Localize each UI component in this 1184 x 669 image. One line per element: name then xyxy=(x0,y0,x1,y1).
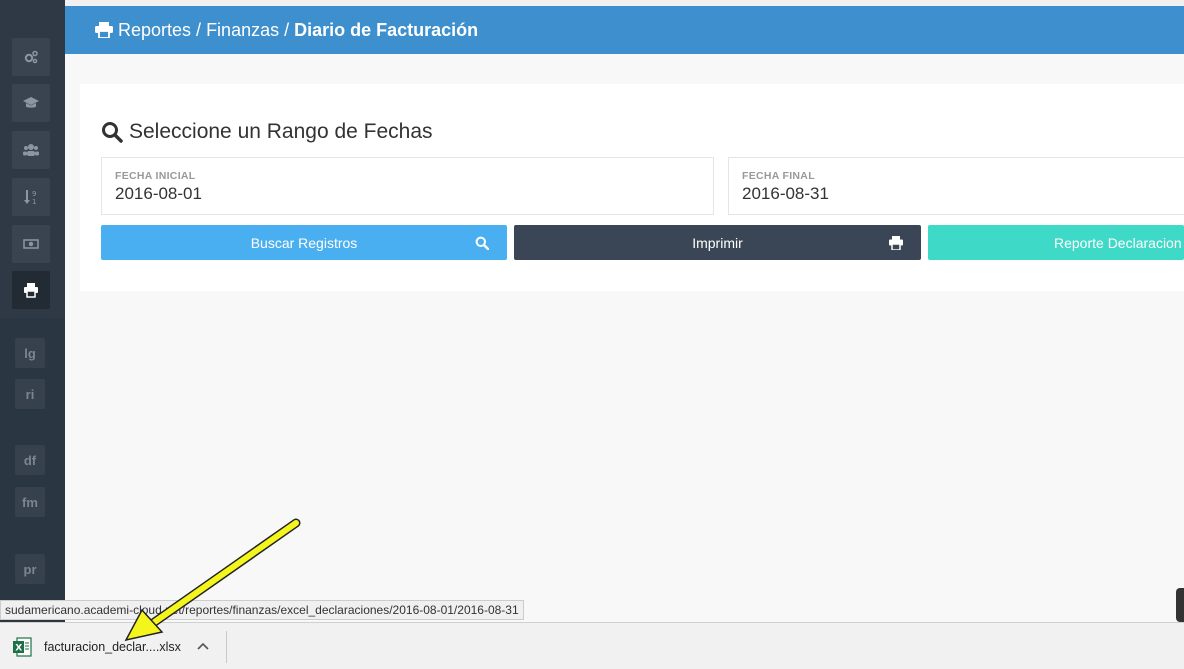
page-title: Diario de Facturación xyxy=(294,19,479,40)
start-date-label: FECHA INICIAL xyxy=(115,170,196,182)
breadcrumb-separator: / xyxy=(196,19,202,40)
sidebar-item-df[interactable]: df xyxy=(15,445,45,475)
money-icon[interactable] xyxy=(12,225,50,263)
sort-numeric-icon[interactable]: 91 xyxy=(12,178,50,216)
svg-text:X: X xyxy=(15,644,22,654)
svg-text:1: 1 xyxy=(32,198,36,205)
sidebar: 91 lg ri df fm pr xyxy=(0,0,65,622)
graduation-cap-icon[interactable] xyxy=(12,84,50,122)
breadcrumb-separator: / xyxy=(284,19,290,40)
sidebar-item-ri[interactable]: ri xyxy=(15,379,45,409)
card-title: Seleccione un Rango de Fechas xyxy=(101,120,433,144)
print-icon[interactable] xyxy=(12,271,50,309)
search-icon xyxy=(102,122,123,143)
report-declaration-button[interactable]: Reporte Declaracion xyxy=(928,225,1184,260)
download-item[interactable]: X facturacion_declar....xlsx xyxy=(8,631,220,663)
cogs-icon[interactable] xyxy=(12,38,50,76)
search-records-label: Buscar Registros xyxy=(250,234,358,251)
users-icon[interactable] xyxy=(12,131,50,169)
breadcrumb-item-reportes[interactable]: Reportes xyxy=(118,20,191,41)
date-range-card: Seleccione un Rango de Fechas FECHA INIC… xyxy=(80,84,1184,291)
search-records-button[interactable]: Buscar Registros xyxy=(101,225,507,260)
print-icon xyxy=(95,22,113,38)
svg-text:9: 9 xyxy=(32,190,36,198)
excel-file-icon: X xyxy=(13,637,32,657)
end-date-label: FECHA FINAL xyxy=(742,170,815,182)
status-url: sudamericano.academi-cloud.net/reportes/… xyxy=(0,600,524,620)
report-declaration-label: Reporte Declaracion xyxy=(1054,234,1182,251)
sidebar-item-fm[interactable]: fm xyxy=(15,487,45,517)
sidebar-item-pr[interactable]: pr xyxy=(15,554,45,584)
end-date-field[interactable]: FECHA FINAL xyxy=(728,157,1184,215)
start-date-field[interactable]: FECHA INICIAL xyxy=(101,157,714,215)
print-label: Imprimir xyxy=(692,234,743,251)
search-icon xyxy=(475,236,489,250)
print-icon xyxy=(889,236,903,250)
downloads-bar: X facturacion_declar....xlsx xyxy=(0,622,1184,669)
breadcrumb-item-finanzas[interactable]: Finanzas xyxy=(206,20,279,41)
breadcrumb: Reportes / Finanzas / Diario de Facturac… xyxy=(65,6,1184,54)
end-date-input[interactable] xyxy=(742,184,1164,204)
chevron-up-icon[interactable] xyxy=(196,639,210,653)
downloads-divider xyxy=(226,631,227,663)
scroll-handle[interactable] xyxy=(1176,588,1184,622)
print-button[interactable]: Imprimir xyxy=(514,225,921,260)
sidebar-item-lg[interactable]: lg xyxy=(15,338,45,368)
card-title-text: Seleccione un Rango de Fechas xyxy=(129,120,433,143)
download-file-name: facturacion_declar....xlsx xyxy=(44,640,181,654)
start-date-input[interactable] xyxy=(115,184,665,204)
